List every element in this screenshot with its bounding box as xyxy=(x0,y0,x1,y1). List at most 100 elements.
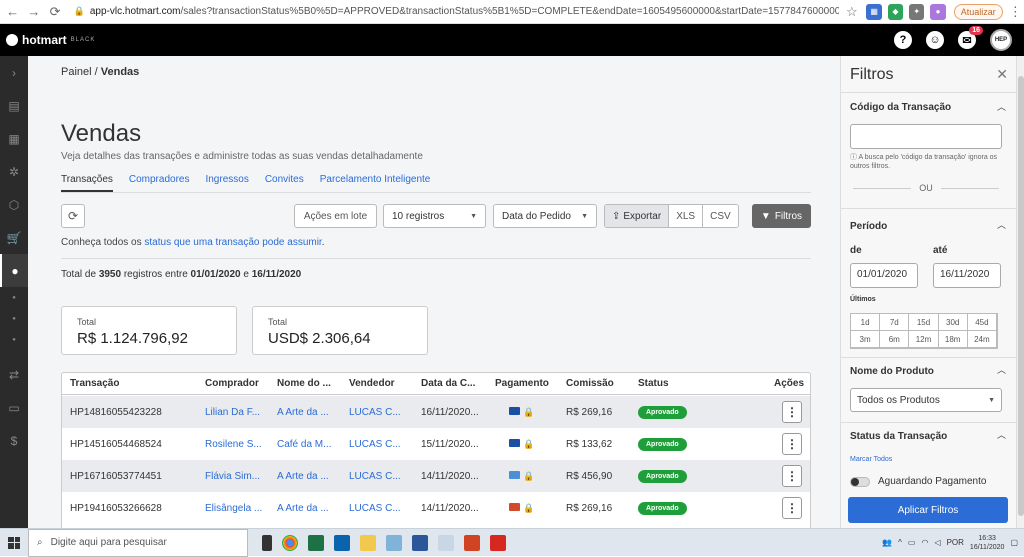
period-24m[interactable]: 24m xyxy=(967,331,997,348)
dashboard-icon[interactable]: ▤ xyxy=(0,89,28,122)
avatar[interactable]: HEP xyxy=(990,29,1012,51)
excel-icon[interactable] xyxy=(308,534,324,551)
forward-icon[interactable]: → xyxy=(25,3,42,21)
table-row[interactable]: HP14816055423228 Lilian Da F... A Arte d… xyxy=(62,396,810,428)
menu-icon[interactable]: ⋮ xyxy=(1007,3,1024,21)
app-icon[interactable] xyxy=(386,534,402,551)
period-7d[interactable]: 7d xyxy=(880,314,910,331)
grid-icon[interactable]: ▦ xyxy=(0,122,28,155)
scrollbar-thumb[interactable] xyxy=(1018,76,1024,516)
language-indicator[interactable]: POR xyxy=(947,538,964,547)
network-icon[interactable]: ✲ xyxy=(0,155,28,188)
chevron-up-icon[interactable]: ︿ xyxy=(997,428,1006,441)
row-buyer[interactable]: Rosilene S... xyxy=(205,439,271,450)
notification-center-icon[interactable]: ▢ xyxy=(1010,538,1018,547)
table-row[interactable]: HP19416053266628 Elisângela ... A Arte d… xyxy=(62,492,810,524)
row-seller[interactable]: LUCAS C... xyxy=(349,407,415,418)
breadcrumb-root[interactable]: Painel xyxy=(61,66,92,78)
period-section-title[interactable]: Período xyxy=(850,221,887,232)
row-product[interactable]: A Arte da ... xyxy=(277,407,343,418)
row-id[interactable]: HP14816055423228 xyxy=(70,407,162,418)
chevron-up-icon[interactable]: ︿ xyxy=(997,100,1006,113)
powerpoint-icon[interactable] xyxy=(464,534,480,551)
period-3m[interactable]: 3m xyxy=(851,331,881,348)
row-id[interactable]: HP19416053266628 xyxy=(70,503,162,514)
col-seller[interactable]: Vendedor xyxy=(349,378,395,389)
filters-button[interactable]: ▼ Filtros xyxy=(752,204,811,228)
notification-icon[interactable]: ✉ 16 xyxy=(958,26,983,49)
tray-chevron-icon[interactable]: ^ xyxy=(898,538,902,547)
period-12m[interactable]: 12m xyxy=(909,331,939,348)
period-15d[interactable]: 15d xyxy=(909,314,939,331)
export-button[interactable]: ⇪ Exportar xyxy=(605,205,669,227)
row-seller[interactable]: LUCAS C... xyxy=(349,439,415,450)
volume-icon[interactable]: ◁ xyxy=(934,538,940,547)
col-date[interactable]: Data da C... xyxy=(421,378,475,389)
chevron-up-icon[interactable]: ︿ xyxy=(997,218,1006,231)
expand-icon[interactable]: › xyxy=(0,56,28,89)
start-date-input[interactable]: 01/01/2020 xyxy=(850,263,918,288)
period-30d[interactable]: 30d xyxy=(938,314,968,331)
help-icon[interactable]: ? xyxy=(894,31,912,49)
csv-button[interactable]: CSV xyxy=(702,205,738,227)
end-date-input[interactable]: 16/11/2020 xyxy=(933,263,1001,288)
puzzle-icon[interactable]: ✦ xyxy=(909,3,925,20)
row-actions-button[interactable]: ⋮ xyxy=(782,497,802,519)
row-buyer[interactable]: Elisângela ... xyxy=(205,503,271,514)
col-status[interactable]: Status xyxy=(638,378,669,389)
reload-icon[interactable]: ⟳ xyxy=(46,3,63,21)
tab-tickets[interactable]: Ingressos xyxy=(205,174,248,192)
word-icon[interactable] xyxy=(412,534,428,551)
tab-buyers[interactable]: Compradores xyxy=(129,174,190,192)
task-view-icon[interactable] xyxy=(262,534,272,551)
chrome-icon[interactable] xyxy=(282,534,298,551)
sidebar-subitem-dot[interactable]: ● xyxy=(0,308,28,329)
period-1d[interactable]: 1d xyxy=(851,314,881,331)
row-product[interactable]: Café da M... xyxy=(277,439,343,450)
row-seller[interactable]: LUCAS C... xyxy=(349,471,415,482)
dollar-icon[interactable]: $ xyxy=(0,424,28,457)
row-actions-button[interactable]: ⋮ xyxy=(782,465,802,487)
col-payment[interactable]: Pagamento xyxy=(495,378,549,389)
product-box-icon[interactable]: ⬡ xyxy=(0,188,28,221)
cart-icon[interactable]: 🛒 xyxy=(0,221,28,254)
support-icon[interactable]: ☺ xyxy=(926,31,944,49)
product-section-title[interactable]: Nome do Produto xyxy=(850,366,934,377)
sidebar-subitem-dot[interactable]: ● xyxy=(0,329,28,350)
refresh-button[interactable]: ⟳ xyxy=(61,204,85,228)
code-section-title[interactable]: Código da Transação xyxy=(850,102,951,113)
apply-filters-button[interactable]: Aplicar Filtros xyxy=(848,497,1008,523)
col-product[interactable]: Nome do ... xyxy=(277,378,331,389)
col-buyer[interactable]: Comprador xyxy=(205,378,259,389)
records-select[interactable]: 10 registros ▼ xyxy=(383,204,486,228)
battery-icon[interactable]: ▭ xyxy=(908,538,916,547)
row-product[interactable]: A Arte da ... xyxy=(277,471,343,482)
row-product[interactable]: A Arte da ... xyxy=(277,503,343,514)
wifi-icon[interactable]: ◠ xyxy=(921,538,928,547)
taskbar-search[interactable]: ⌕ Digite aqui para pesquisar xyxy=(28,528,248,557)
row-id[interactable]: HP16716053774451 xyxy=(70,471,162,482)
extension-green-icon[interactable]: ◆ xyxy=(887,3,904,20)
explorer-icon[interactable] xyxy=(360,534,376,551)
mark-all-link[interactable]: Marcar Todos xyxy=(850,456,892,463)
back-icon[interactable]: ← xyxy=(4,3,21,21)
table-row[interactable]: HP16716053774451 Flávia Sim... A Arte da… xyxy=(62,460,810,492)
hotmart-logo[interactable]: hotmart BLACK xyxy=(6,33,95,47)
product-select[interactable]: Todos os Produtos ▼ xyxy=(850,388,1002,412)
clock[interactable]: 16:33 16/11/2020 xyxy=(970,534,1005,552)
row-buyer[interactable]: Lilian Da F... xyxy=(205,407,271,418)
col-commission[interactable]: Comissão xyxy=(566,378,614,389)
address-bar[interactable]: 🔒 app-vlc.hotmart.com/sales?transactionS… xyxy=(74,3,840,21)
close-icon[interactable]: ✕ xyxy=(996,66,1008,83)
people-icon[interactable]: 👥 xyxy=(882,538,892,547)
row-buyer[interactable]: Flávia Sim... xyxy=(205,471,271,482)
sidebar-item-sales[interactable]: ● xyxy=(0,254,28,287)
row-actions-button[interactable]: ⋮ xyxy=(782,401,802,423)
col-transaction[interactable]: Transação xyxy=(70,378,119,389)
profile-icon[interactable]: ● xyxy=(930,3,946,20)
bookmark-star-icon[interactable]: ☆ xyxy=(843,3,860,21)
status-section-title[interactable]: Status da Transação xyxy=(850,431,947,442)
xls-button[interactable]: XLS xyxy=(668,205,703,227)
date-type-select[interactable]: Data do Pedido ▼ xyxy=(493,204,597,228)
period-45d[interactable]: 45d xyxy=(967,314,997,331)
